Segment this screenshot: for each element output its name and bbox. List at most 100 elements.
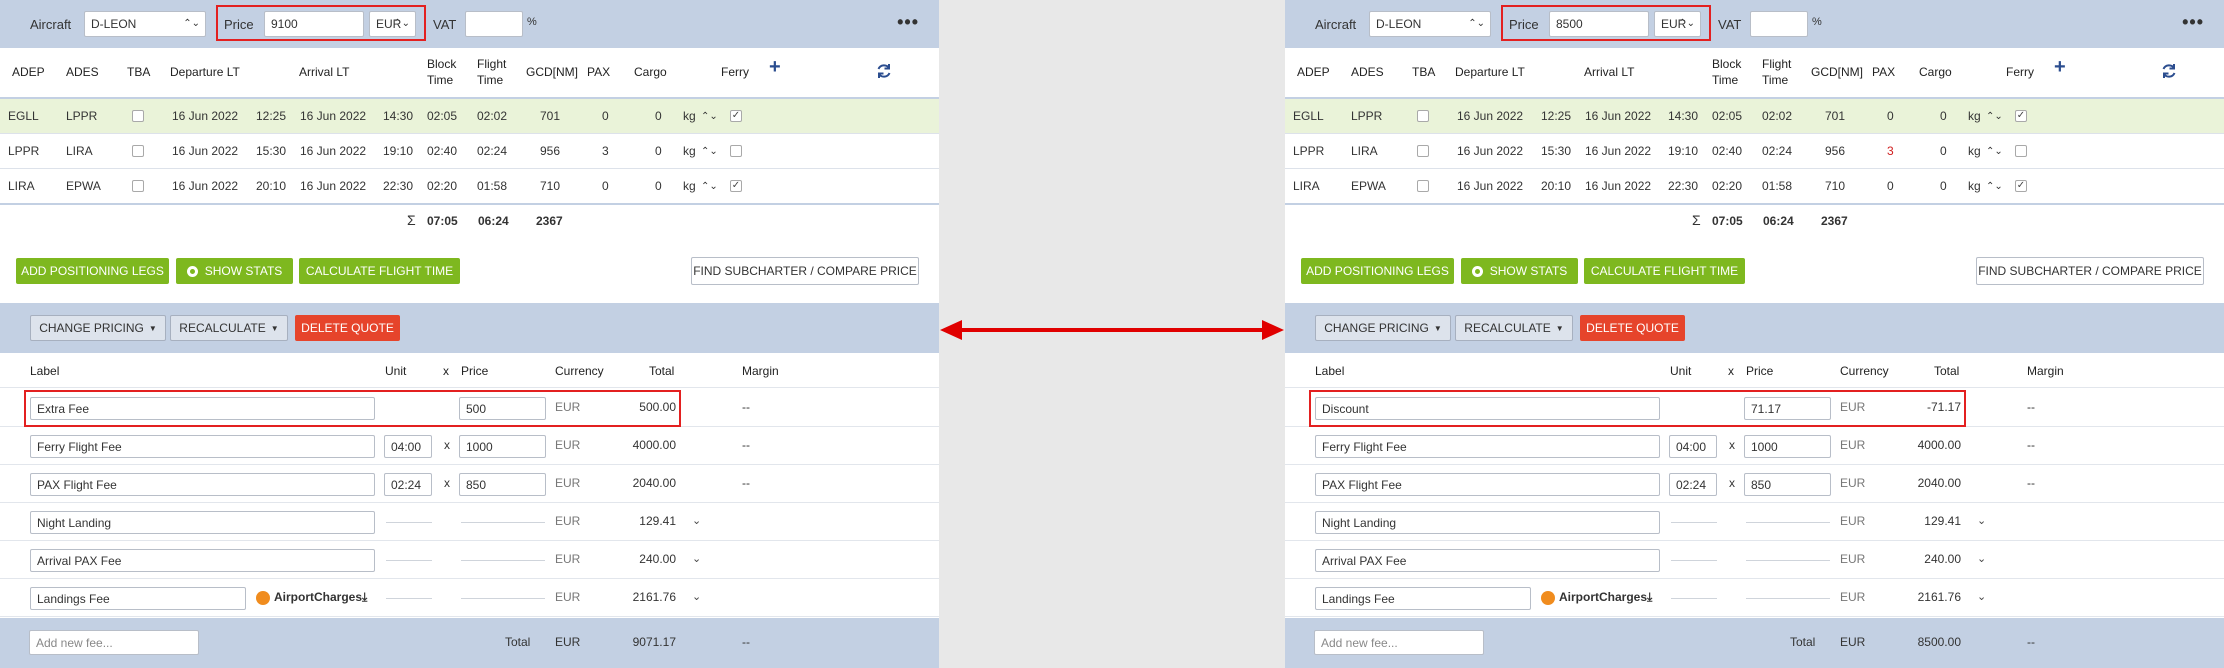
chevron-updown-icon[interactable]: ⌃⌄ bbox=[1986, 99, 2003, 134]
leg-pax[interactable]: 0 bbox=[602, 169, 609, 204]
ferry-checkbox[interactable]: ✓ bbox=[730, 110, 742, 122]
leg-departure-time[interactable]: 15:30 bbox=[1541, 134, 1571, 169]
tba-checkbox[interactable] bbox=[132, 145, 144, 157]
show-stats-button[interactable]: SHOW STATS bbox=[176, 258, 293, 284]
leg-pax[interactable]: 0 bbox=[1887, 99, 1894, 134]
leg-arrival-date[interactable]: 16 Jun 2022 bbox=[1585, 99, 1651, 134]
aircraft-select[interactable]: D-LEON ⌃⌄ bbox=[84, 11, 206, 37]
leg-departure-time[interactable]: 15:30 bbox=[256, 134, 286, 169]
aircraft-select[interactable]: D-LEON ⌃⌄ bbox=[1369, 11, 1491, 37]
leg-departure-time[interactable]: 12:25 bbox=[256, 99, 286, 134]
leg-departure-date[interactable]: 16 Jun 2022 bbox=[1457, 99, 1523, 134]
fee-price-input[interactable]: 1000 bbox=[1744, 435, 1831, 458]
ferry-checkbox[interactable] bbox=[730, 145, 742, 157]
leg-cargo-unit[interactable]: kg bbox=[683, 169, 696, 204]
leg-cargo-unit[interactable]: kg bbox=[1968, 169, 1981, 204]
find-subcharter-button[interactable]: FIND SUBCHARTER / COMPARE PRICE bbox=[691, 257, 919, 285]
leg-cargo-unit[interactable]: kg bbox=[683, 99, 696, 134]
chevron-updown-icon[interactable]: ⌃⌄ bbox=[701, 169, 718, 204]
leg-arrival-time[interactable]: 14:30 bbox=[383, 99, 413, 134]
leg-cargo[interactable]: 0 bbox=[655, 169, 662, 204]
tba-checkbox[interactable] bbox=[1417, 180, 1429, 192]
provider-name[interactable]: AirportCharges bbox=[274, 580, 362, 615]
refresh-icon[interactable] bbox=[876, 63, 892, 79]
leg-departure-time[interactable]: 20:10 bbox=[1541, 169, 1571, 204]
leg-arrival-time[interactable]: 22:30 bbox=[1668, 169, 1698, 204]
download-icon[interactable]: ⤓ bbox=[362, 580, 367, 615]
find-subcharter-button[interactable]: FIND SUBCHARTER / COMPARE PRICE bbox=[1976, 257, 2204, 285]
show-stats-button[interactable]: SHOW STATS bbox=[1461, 258, 1578, 284]
chevron-down-icon[interactable]: ⌄ bbox=[1977, 552, 1986, 565]
fee-label-input[interactable]: Arrival PAX Fee bbox=[30, 549, 375, 572]
leg-arrival-date[interactable]: 16 Jun 2022 bbox=[300, 169, 366, 204]
leg-cargo-unit[interactable]: kg bbox=[683, 134, 696, 169]
leg-cargo[interactable]: 0 bbox=[1940, 169, 1947, 204]
tba-checkbox[interactable] bbox=[132, 110, 144, 122]
fee-label-input[interactable]: Landings Fee bbox=[30, 587, 246, 610]
add-positioning-legs-button[interactable]: ADD POSITIONING LEGS bbox=[1301, 258, 1454, 284]
fee-unit-input[interactable]: 02:24 bbox=[384, 473, 432, 496]
delete-quote-button[interactable]: DELETE QUOTE bbox=[295, 315, 400, 341]
leg-departure-date[interactable]: 16 Jun 2022 bbox=[1457, 169, 1523, 204]
fee-unit-input[interactable]: 04:00 bbox=[1669, 435, 1717, 458]
chevron-updown-icon[interactable]: ⌃⌄ bbox=[1986, 169, 2003, 204]
leg-cargo[interactable]: 0 bbox=[655, 134, 662, 169]
leg-departure-date[interactable]: 16 Jun 2022 bbox=[172, 99, 238, 134]
leg-departure-time[interactable]: 20:10 bbox=[256, 169, 286, 204]
chevron-down-icon[interactable]: ⌄ bbox=[692, 514, 701, 527]
leg-cargo[interactable]: 0 bbox=[1940, 134, 1947, 169]
leg-arrival-time[interactable]: 14:30 bbox=[1668, 99, 1698, 134]
leg-arrival-date[interactable]: 16 Jun 2022 bbox=[1585, 169, 1651, 204]
leg-pax[interactable]: 0 bbox=[1887, 169, 1894, 204]
leg-arrival-date[interactable]: 16 Jun 2022 bbox=[1585, 134, 1651, 169]
refresh-icon[interactable] bbox=[2161, 63, 2177, 79]
add-new-fee-input[interactable]: Add new fee... bbox=[1314, 630, 1484, 655]
chevron-down-icon[interactable]: ⌄ bbox=[692, 552, 701, 565]
plus-icon[interactable]: + bbox=[2054, 57, 2066, 77]
vat-input[interactable] bbox=[465, 11, 523, 37]
change-pricing-button[interactable]: CHANGE PRICING ▼ bbox=[1315, 315, 1451, 341]
recalculate-button[interactable]: RECALCULATE ▼ bbox=[1455, 315, 1573, 341]
fee-label-input[interactable]: Ferry Flight Fee bbox=[1315, 435, 1660, 458]
leg-arrival-time[interactable]: 19:10 bbox=[1668, 134, 1698, 169]
leg-cargo-unit[interactable]: kg bbox=[1968, 134, 1981, 169]
recalculate-button[interactable]: RECALCULATE ▼ bbox=[170, 315, 288, 341]
chevron-down-icon[interactable]: ⌄ bbox=[1977, 514, 1986, 527]
fee-price-input[interactable]: 850 bbox=[1744, 473, 1831, 496]
fee-label-input[interactable]: Ferry Flight Fee bbox=[30, 435, 375, 458]
leg-departure-date[interactable]: 16 Jun 2022 bbox=[172, 134, 238, 169]
leg-pax[interactable]: 3 bbox=[602, 134, 609, 169]
ferry-checkbox[interactable] bbox=[2015, 145, 2027, 157]
fee-unit-input[interactable]: 04:00 bbox=[384, 435, 432, 458]
fee-label-input[interactable]: Night Landing bbox=[1315, 511, 1660, 534]
delete-quote-button[interactable]: DELETE QUOTE bbox=[1580, 315, 1685, 341]
leg-cargo-unit[interactable]: kg bbox=[1968, 99, 1981, 134]
calculate-flight-time-button[interactable]: CALCULATE FLIGHT TIME bbox=[299, 258, 460, 284]
fee-price-input[interactable]: 850 bbox=[459, 473, 546, 496]
fee-price-input[interactable]: 1000 bbox=[459, 435, 546, 458]
tba-checkbox[interactable] bbox=[1417, 110, 1429, 122]
plus-icon[interactable]: + bbox=[769, 57, 781, 77]
chevron-down-icon[interactable]: ⌄ bbox=[1977, 590, 1986, 603]
change-pricing-button[interactable]: CHANGE PRICING ▼ bbox=[30, 315, 166, 341]
chevron-down-icon[interactable]: ⌄ bbox=[692, 590, 701, 603]
add-new-fee-input[interactable]: Add new fee... bbox=[29, 630, 199, 655]
fee-label-input[interactable]: PAX Flight Fee bbox=[30, 473, 375, 496]
tba-checkbox[interactable] bbox=[1417, 145, 1429, 157]
fee-unit-input[interactable]: 02:24 bbox=[1669, 473, 1717, 496]
leg-cargo[interactable]: 0 bbox=[655, 99, 662, 134]
leg-pax[interactable]: 3 bbox=[1887, 134, 1894, 169]
vat-input[interactable] bbox=[1750, 11, 1808, 37]
more-horizontal-icon[interactable]: ••• bbox=[2182, 12, 2204, 33]
leg-arrival-time[interactable]: 22:30 bbox=[383, 169, 413, 204]
ferry-checkbox[interactable]: ✓ bbox=[2015, 180, 2027, 192]
chevron-updown-icon[interactable]: ⌃⌄ bbox=[701, 99, 718, 134]
leg-departure-time[interactable]: 12:25 bbox=[1541, 99, 1571, 134]
chevron-updown-icon[interactable]: ⌃⌄ bbox=[1986, 134, 2003, 169]
fee-label-input[interactable]: PAX Flight Fee bbox=[1315, 473, 1660, 496]
leg-departure-date[interactable]: 16 Jun 2022 bbox=[172, 169, 238, 204]
provider-name[interactable]: AirportCharges bbox=[1559, 580, 1647, 615]
currency-select[interactable]: EUR ⌃⌄ bbox=[1654, 11, 1701, 37]
tba-checkbox[interactable] bbox=[132, 180, 144, 192]
chevron-updown-icon[interactable]: ⌃⌄ bbox=[701, 134, 718, 169]
